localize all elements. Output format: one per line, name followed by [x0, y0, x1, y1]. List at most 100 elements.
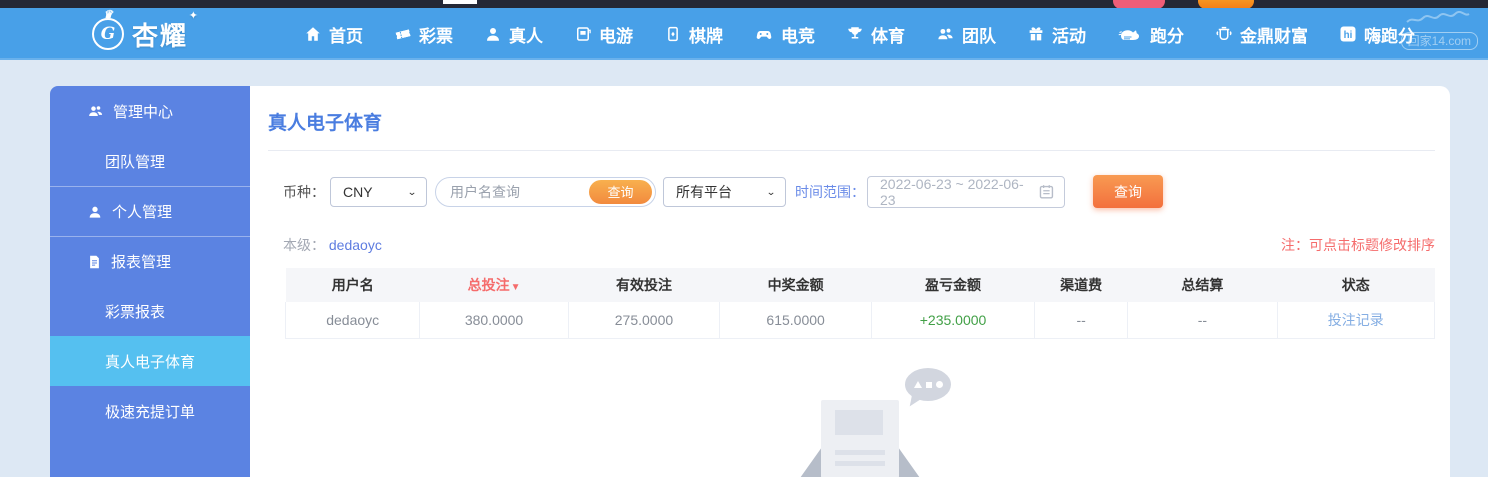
sidebar-item-admin-center[interactable]: 管理中心 — [50, 86, 250, 136]
nav-item-paofen[interactable]: 跑分 — [1117, 22, 1184, 47]
col-header-status[interactable]: 状态 — [1277, 268, 1435, 302]
cell-status: 投注记录 — [1276, 302, 1436, 339]
document-icon — [821, 400, 899, 477]
page-body: 管理中心 团队管理 个人管理 报表管理 彩票报表 真人电子体育 极速充提订单 真… — [0, 60, 1488, 477]
nav-label: 嗨跑分 — [1364, 26, 1416, 46]
platform-value: 所有平台 — [676, 183, 732, 200]
nav-item-hipaofen[interactable]: hi 嗨跑分 — [1339, 22, 1415, 47]
sort-hint-note: 注：可点击标题修改排序 — [1281, 237, 1435, 253]
document-line — [835, 450, 885, 455]
title-divider — [268, 150, 1435, 151]
nav-item-sports[interactable]: 体育 — [846, 22, 905, 47]
sidebar-item-personal-manage[interactable]: 个人管理 — [50, 186, 250, 236]
search-button[interactable]: 查询 — [1093, 175, 1163, 208]
col-label: 总结算 — [1181, 277, 1224, 293]
content-card: 真人电子体育 币种： CNY ⌄ 查询 所有平台 ⌄ 时间范围： 2022-06… — [250, 86, 1450, 477]
nav-item-activity[interactable]: 活动 — [1027, 22, 1086, 47]
sidebar-label: 真人电子体育 — [105, 353, 196, 371]
table-row: dedaoyc 380.0000 275.0000 615.0000 +235.… — [284, 302, 1436, 339]
sort-desc-icon: ▼ — [510, 282, 521, 293]
level-info: 本级： dedaoyc — [283, 235, 382, 255]
date-range-label: 时间范围： — [795, 183, 865, 200]
bet-record-link[interactable]: 投注记录 — [1328, 312, 1384, 328]
nav-item-team[interactable]: 团队 — [936, 22, 996, 47]
page-title: 真人电子体育 — [268, 113, 383, 134]
username-search-input[interactable] — [450, 183, 580, 200]
nav-item-home[interactable]: 首页 — [304, 22, 363, 47]
home-icon — [306, 27, 320, 41]
sidebar-label: 管理中心 — [113, 103, 174, 121]
sidebar-label: 极速充提订单 — [105, 403, 196, 421]
currency-value: CNY — [343, 183, 373, 200]
topbar-link[interactable] — [443, 0, 477, 4]
username-search-button[interactable]: 查询 — [589, 179, 652, 204]
ding-cauldron-icon — [1216, 26, 1232, 40]
sidebar-label: 个人管理 — [112, 204, 173, 221]
col-header-username[interactable]: 用户名 — [285, 268, 420, 302]
circle-shape — [935, 381, 943, 388]
sidebar-item-report-manage[interactable]: 报表管理 — [50, 236, 250, 286]
sidebar-item-lottery-report[interactable]: 彩票报表 — [50, 286, 250, 336]
platform-select[interactable]: 所有平台 ⌄ — [663, 176, 786, 207]
sidebar-item-team-manage[interactable]: 团队管理 — [50, 136, 250, 186]
level-user-link[interactable]: dedaoyc — [329, 237, 382, 253]
table-header-row: 用户名 总投注▼ 有效投注 中奖金额 盈亏金额 渠道费 总结算 状态 — [285, 268, 1435, 302]
logo-text: 杏耀 ✦ — [132, 9, 201, 51]
empty-state-illustration — [800, 368, 975, 477]
col-header-total-bet[interactable]: 总投注▼ — [419, 268, 569, 302]
person-icon — [487, 28, 500, 41]
date-range-input[interactable]: 2022-06-23 ~ 2022-06-23 — [867, 175, 1065, 208]
users-icon — [89, 106, 103, 116]
col-label: 中奖金额 — [767, 277, 824, 293]
cell-win-amount: 615.0000 — [719, 302, 872, 339]
ticket-icon — [395, 29, 411, 40]
sidebar-item-live-esports[interactable]: 真人电子体育 — [50, 336, 250, 386]
nav-item-live[interactable]: 真人 — [484, 22, 543, 47]
logo-emblem-icon: ♛ G — [92, 9, 124, 50]
cell-channel-fee: -- — [1034, 302, 1129, 339]
col-label: 总投注 — [467, 277, 510, 293]
filter-bar: 币种： CNY ⌄ 查询 所有平台 ⌄ 时间范围： 2022-06-23 ~ 2… — [283, 175, 1450, 208]
col-label: 状态 — [1341, 277, 1370, 293]
site-logo[interactable]: ♛ G 杏耀 ✦ — [92, 9, 201, 53]
username-search-wrap: 查询 — [435, 176, 656, 207]
triangle-shape — [913, 381, 922, 388]
sidebar-item-fast-orders[interactable]: 极速充提订单 — [50, 386, 250, 436]
nav-label: 真人 — [509, 26, 544, 46]
nav-label: 体育 — [871, 26, 906, 46]
currency-select[interactable]: CNY ⌄ — [330, 176, 427, 207]
square-shape — [925, 381, 932, 388]
col-label: 用户名 — [331, 277, 374, 293]
nav-item-poker[interactable]: 棋牌 — [664, 22, 723, 47]
report-icon — [90, 255, 99, 268]
document-line — [835, 461, 885, 466]
trophy-icon — [848, 27, 862, 39]
nav-label: 首页 — [329, 26, 364, 46]
sidebar: 管理中心 团队管理 个人管理 报表管理 彩票报表 真人电子体育 极速充提订单 — [50, 86, 250, 477]
col-header-total-settle[interactable]: 总结算 — [1127, 268, 1278, 302]
team-icon — [938, 28, 953, 40]
col-header-profit[interactable]: 盈亏金额 — [871, 268, 1035, 302]
playing-card-icon — [668, 26, 678, 42]
nav-label: 电竞 — [781, 26, 816, 46]
gift-icon — [1029, 27, 1043, 41]
cell-profit: +235.0000 — [870, 302, 1036, 339]
chevron-down-icon: ⌄ — [406, 185, 417, 198]
nav-item-esports[interactable]: 电竞 — [754, 22, 815, 47]
main-navbar: ♛ G 杏耀 ✦ 首页 彩票 真人 电游 棋牌 电竞 体育 团队 活动 跑分 金… — [0, 8, 1488, 60]
user-icon — [89, 206, 101, 218]
cell-username: dedaoyc — [284, 302, 421, 339]
nav-item-slots[interactable]: 电游 — [574, 22, 633, 47]
col-header-valid-bet[interactable]: 有效投注 — [568, 268, 720, 302]
col-header-win-amount[interactable]: 中奖金额 — [719, 268, 872, 302]
sidebar-label: 团队管理 — [105, 153, 166, 171]
envelope-flap-left — [800, 447, 822, 477]
nav-item-jinding[interactable]: 金鼎财富 — [1215, 22, 1308, 47]
svg-text:hi: hi — [1344, 30, 1353, 41]
nav-label: 电游 — [599, 26, 634, 46]
sidebar-label: 报表管理 — [111, 254, 172, 271]
crown-icon: ♛ — [103, 8, 113, 21]
col-header-channel-fee[interactable]: 渠道费 — [1034, 268, 1128, 302]
nav-item-lottery[interactable]: 彩票 — [394, 22, 453, 47]
chevron-down-icon: ⌄ — [765, 185, 776, 198]
